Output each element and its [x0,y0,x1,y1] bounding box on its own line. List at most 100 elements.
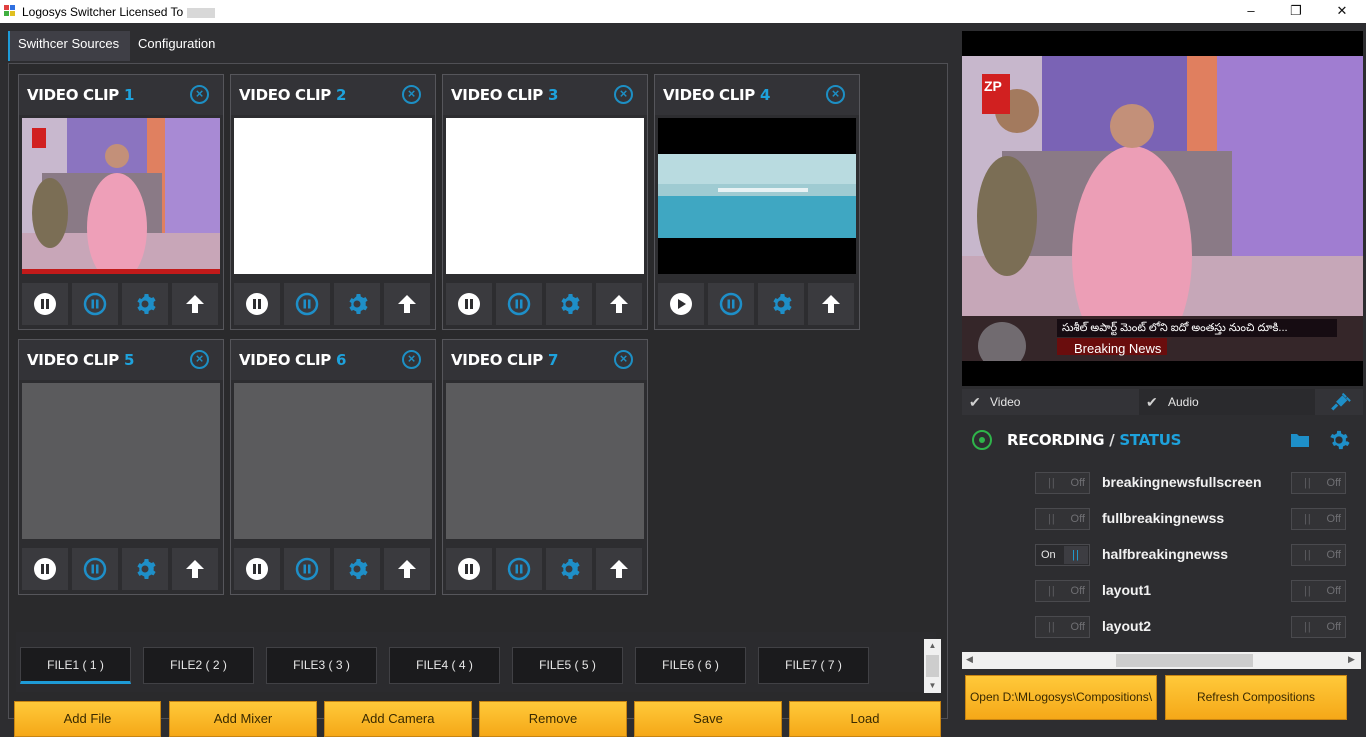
audio-checkbox-label[interactable]: Audio [1168,395,1199,409]
close-clip-icon[interactable]: × [402,350,421,369]
add-mixer-button[interactable]: Add Mixer [169,701,317,737]
restore-icon[interactable]: ❐ [1273,0,1319,23]
send-to-program-arrow-icon[interactable] [384,283,430,325]
clip-preview[interactable] [22,383,220,539]
pause-outline-icon[interactable] [708,283,754,325]
scroll-up-icon[interactable]: ▲ [924,641,941,650]
pause-outline-icon[interactable] [284,548,330,590]
video-clip-card[interactable]: VIDEO CLIP 2 × [230,74,436,330]
pause-outline-icon[interactable] [284,283,330,325]
gear-icon[interactable] [334,283,380,325]
pause-outline-icon[interactable] [496,283,542,325]
tab-switcher-sources[interactable]: Swithcer Sources [8,31,130,61]
pause-icon[interactable] [446,283,492,325]
clip-preview[interactable] [234,383,432,539]
video-clip-card[interactable]: VIDEO CLIP 5 × [18,339,224,595]
file-tab[interactable]: FILE6 ( 6 ) [635,647,746,684]
video-checkbox-label[interactable]: Video [990,395,1020,409]
clip-preview[interactable] [446,383,644,539]
send-to-program-arrow-icon[interactable] [172,548,218,590]
pause-icon[interactable] [446,548,492,590]
video-clip-card[interactable]: VIDEO CLIP 1 × [18,74,224,330]
clip-preview[interactable] [658,118,856,274]
add-file-button[interactable]: Add File [14,701,161,737]
composition-secondary-toggle[interactable]: || Off [1291,580,1346,602]
close-clip-icon[interactable]: × [402,85,421,104]
remove-button[interactable]: Remove [479,701,627,737]
file-tab[interactable]: FILE4 ( 4 ) [389,647,500,684]
send-to-program-arrow-icon[interactable] [808,283,854,325]
scroll-right-icon[interactable]: ▶ [1348,654,1355,665]
save-button[interactable]: Save [634,701,782,737]
composition-toggle[interactable]: || Off [1035,616,1090,638]
pause-icon[interactable] [234,283,280,325]
refresh-compositions-button[interactable]: Refresh Compositions [1165,675,1347,720]
audio-check-icon[interactable]: ✔ [1146,394,1158,411]
composition-name: breakingnewsfullscreen [1102,474,1262,490]
file-strip-scrollbar[interactable]: ▲ ▼ [924,639,941,693]
hscroll-thumb[interactable] [1116,654,1253,667]
video-clip-card[interactable]: VIDEO CLIP 7 × [442,339,648,595]
composition-toggle[interactable]: On || [1035,544,1090,566]
send-to-program-arrow-icon[interactable] [596,548,642,590]
send-to-program-arrow-icon[interactable] [596,283,642,325]
file-tab[interactable]: FILE2 ( 2 ) [143,647,254,684]
gear-icon[interactable] [546,283,592,325]
close-clip-icon[interactable]: × [190,85,209,104]
video-clip-card[interactable]: VIDEO CLIP 4 × [654,74,860,330]
composition-toggle[interactable]: || Off [1035,580,1090,602]
video-clip-card[interactable]: VIDEO CLIP 3 × [442,74,648,330]
file-tab[interactable]: FILE1 ( 1 ) [20,647,131,684]
file-tab-strip: FILE1 ( 1 ) FILE2 ( 2 ) FILE3 ( 3 ) FILE4 (… [16,632,936,692]
clip-preview[interactable] [234,118,432,274]
pause-outline-icon[interactable] [72,283,118,325]
record-indicator-icon[interactable] [972,430,992,450]
load-button[interactable]: Load [789,701,941,737]
scrollbar-thumb[interactable] [926,655,939,677]
video-clip-card[interactable]: VIDEO CLIP 6 × [230,339,436,595]
open-compositions-folder-button[interactable]: Open D:\MLogosys\Compositions\ [965,675,1157,720]
scroll-down-icon[interactable]: ▼ [924,681,941,690]
pause-outline-icon[interactable] [496,548,542,590]
folder-icon[interactable] [1291,432,1309,447]
file-tab[interactable]: FILE5 ( 5 ) [512,647,623,684]
gear-icon[interactable] [758,283,804,325]
send-to-program-arrow-icon[interactable] [172,283,218,325]
breaking-news-label: Breaking News [1074,341,1162,356]
composition-toggle[interactable]: || Off [1035,472,1090,494]
close-clip-icon[interactable]: × [190,350,209,369]
gear-icon[interactable] [546,548,592,590]
close-clip-icon[interactable]: × [614,350,633,369]
file-tab[interactable]: FILE7 ( 7 ) [758,647,869,684]
plug-icon[interactable] [1329,392,1351,412]
scroll-left-icon[interactable]: ◀ [966,654,973,665]
channel-logo: ZP [984,78,1002,94]
pause-icon[interactable] [234,548,280,590]
gear-icon[interactable] [334,548,380,590]
close-icon[interactable]: ✕ [1319,0,1365,23]
composition-secondary-toggle[interactable]: || Off [1291,544,1346,566]
composition-secondary-toggle[interactable]: || Off [1291,472,1346,494]
pause-icon[interactable] [22,548,68,590]
gear-icon[interactable] [122,283,168,325]
add-camera-button[interactable]: Add Camera [324,701,472,737]
composition-toggle[interactable]: || Off [1035,508,1090,530]
composition-secondary-toggle[interactable]: || Off [1291,508,1346,530]
close-clip-icon[interactable]: × [614,85,633,104]
close-clip-icon[interactable]: × [826,85,845,104]
play-icon[interactable] [658,283,704,325]
tab-configuration[interactable]: Configuration [130,31,228,61]
file-tab[interactable]: FILE3 ( 3 ) [266,647,377,684]
gear-icon[interactable] [122,548,168,590]
clip-preview[interactable] [446,118,644,274]
clip-controls [446,548,644,590]
video-check-icon[interactable]: ✔ [969,394,981,411]
pause-icon[interactable] [22,283,68,325]
composition-secondary-toggle[interactable]: || Off [1291,616,1346,638]
recording-settings-gear-icon[interactable] [1328,429,1350,451]
composition-hscrollbar[interactable]: ◀ ▶ [962,652,1361,669]
minimize-icon[interactable]: – [1228,0,1274,23]
pause-outline-icon[interactable] [72,548,118,590]
send-to-program-arrow-icon[interactable] [384,548,430,590]
clip-preview[interactable] [22,118,220,283]
